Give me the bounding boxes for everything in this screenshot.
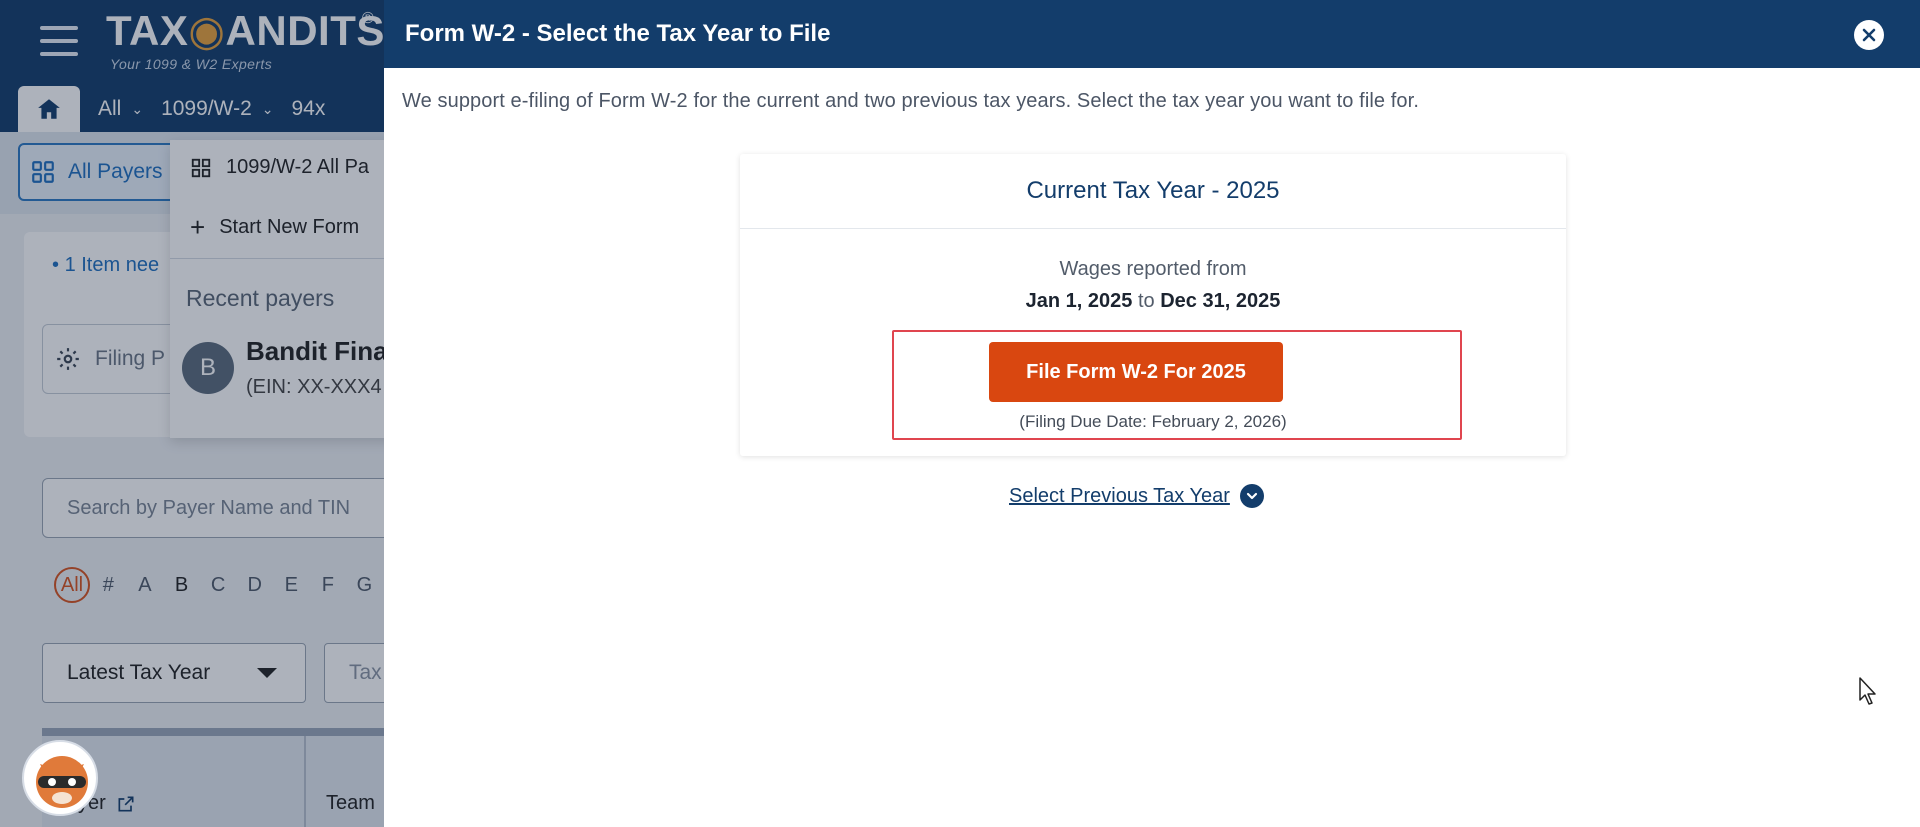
select-tax-year-panel: Form W-2 - Select the Tax Year to File W… bbox=[384, 0, 1920, 827]
filing-due-date: (Filing Due Date: February 2, 2026) bbox=[1019, 412, 1287, 431]
card-title: Current Tax Year - 2025 bbox=[740, 154, 1566, 229]
close-icon bbox=[1862, 28, 1876, 42]
chatbot-mascot-icon[interactable] bbox=[22, 740, 98, 816]
file-form-w2-button[interactable]: File Form W-2 For 2025 bbox=[989, 342, 1283, 402]
current-tax-year-card: Current Tax Year - 2025 Wages reported f… bbox=[740, 154, 1566, 456]
chevron-down-icon bbox=[1239, 484, 1264, 508]
close-button[interactable] bbox=[1854, 20, 1884, 50]
panel-title: Form W-2 - Select the Tax Year to File bbox=[405, 20, 831, 47]
modal-backdrop[interactable] bbox=[0, 0, 384, 827]
panel-header: Form W-2 - Select the Tax Year to File bbox=[384, 0, 1920, 68]
intro-text: We support e-filing of Form W-2 for the … bbox=[402, 90, 1419, 112]
select-previous-tax-year-link[interactable]: Select Previous Tax Year bbox=[1009, 484, 1264, 508]
wages-label: Wages reported from bbox=[1059, 258, 1247, 280]
wages-date-range: Jan 1, 2025 to Dec 31, 2025 bbox=[1025, 290, 1281, 312]
mouse-cursor-icon bbox=[1859, 677, 1876, 705]
